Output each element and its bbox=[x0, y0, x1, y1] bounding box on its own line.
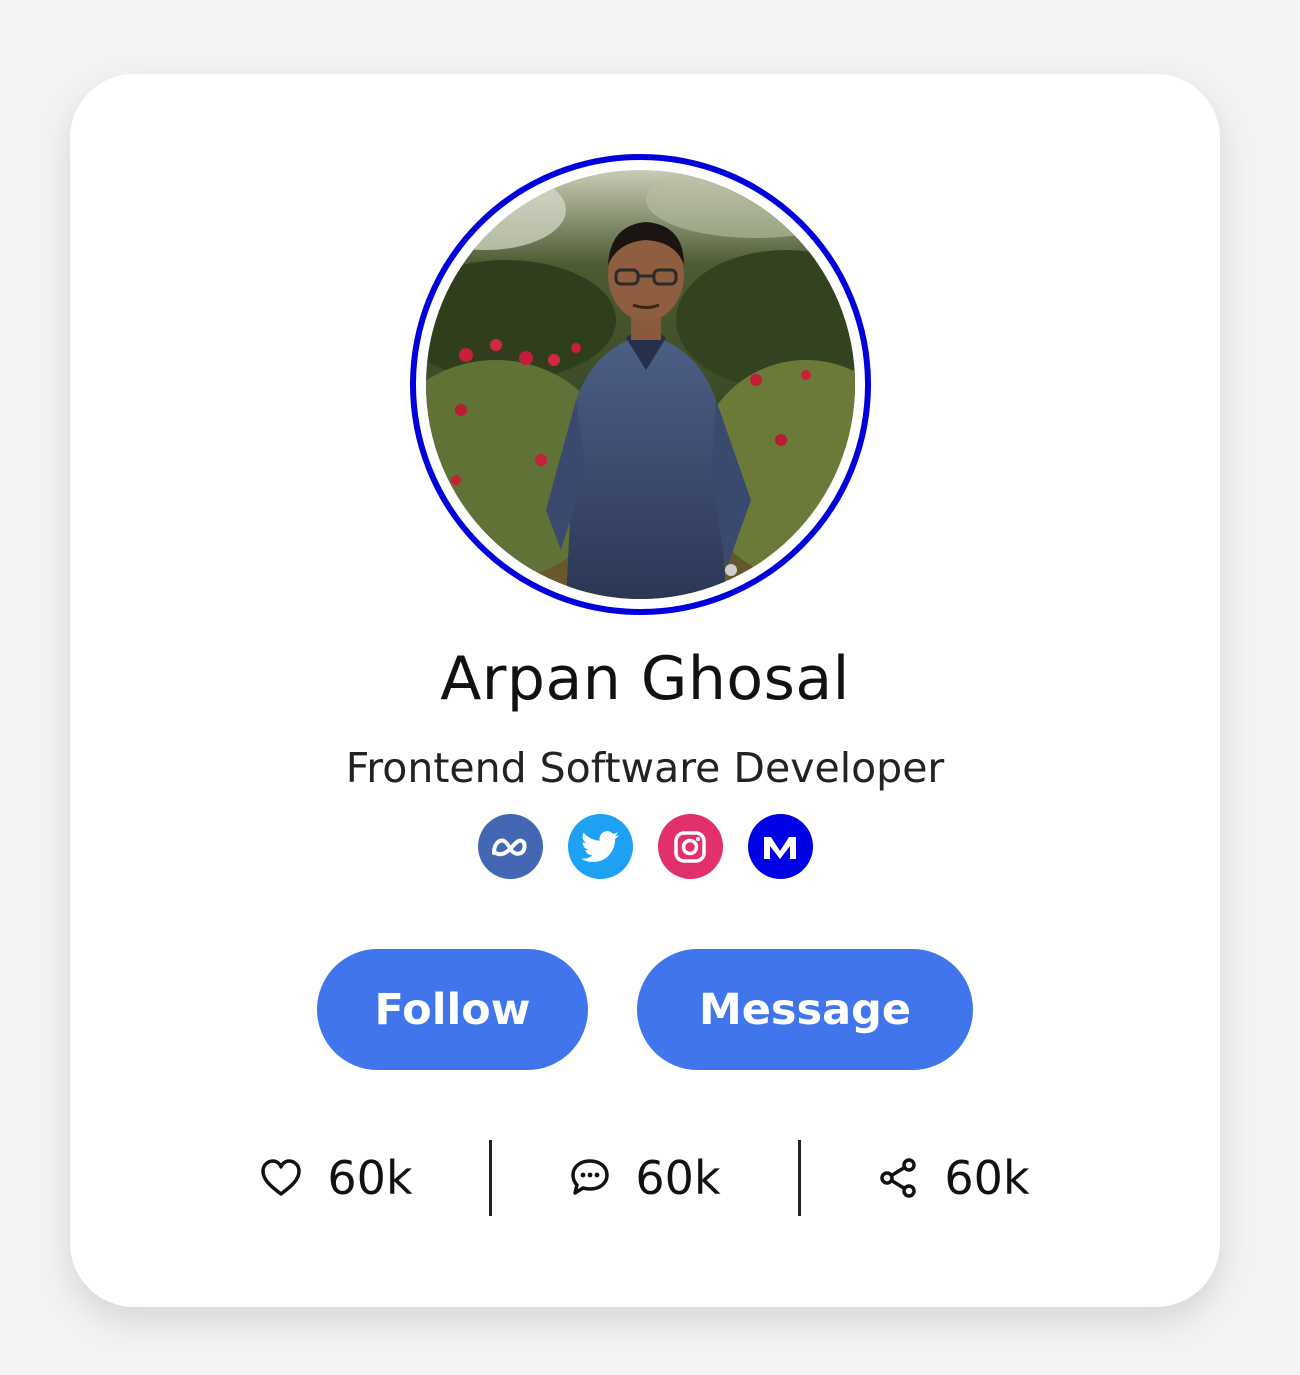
likes-count: 60k bbox=[327, 1151, 413, 1205]
avatar bbox=[426, 170, 855, 599]
likes-stat[interactable]: 60k bbox=[183, 1151, 489, 1205]
shares-stat[interactable]: 60k bbox=[801, 1151, 1107, 1205]
stats-row: 60k 60k 60k bbox=[70, 1140, 1220, 1216]
heart-icon bbox=[261, 1159, 302, 1196]
message-button[interactable]: Message bbox=[637, 949, 973, 1070]
profile-card: Arpan Ghosal Frontend Software Developer bbox=[70, 74, 1220, 1307]
profile-photo bbox=[426, 170, 855, 599]
action-buttons: Follow Message bbox=[70, 949, 1220, 1070]
medium-icon[interactable] bbox=[747, 814, 813, 879]
meta-icon[interactable] bbox=[477, 814, 543, 879]
twitter-icon[interactable] bbox=[567, 814, 633, 879]
comment-icon bbox=[571, 1159, 610, 1195]
comments-count: 60k bbox=[635, 1151, 721, 1205]
follow-button[interactable]: Follow bbox=[317, 949, 588, 1070]
comments-stat[interactable]: 60k bbox=[492, 1151, 798, 1205]
social-links bbox=[70, 814, 1220, 880]
shares-count: 60k bbox=[944, 1151, 1030, 1205]
avatar-ring bbox=[410, 154, 871, 615]
profile-name: Arpan Ghosal bbox=[440, 644, 850, 714]
instagram-icon[interactable] bbox=[657, 814, 723, 879]
share-icon bbox=[880, 1158, 917, 1198]
profile-role: Frontend Software Developer bbox=[345, 744, 945, 792]
